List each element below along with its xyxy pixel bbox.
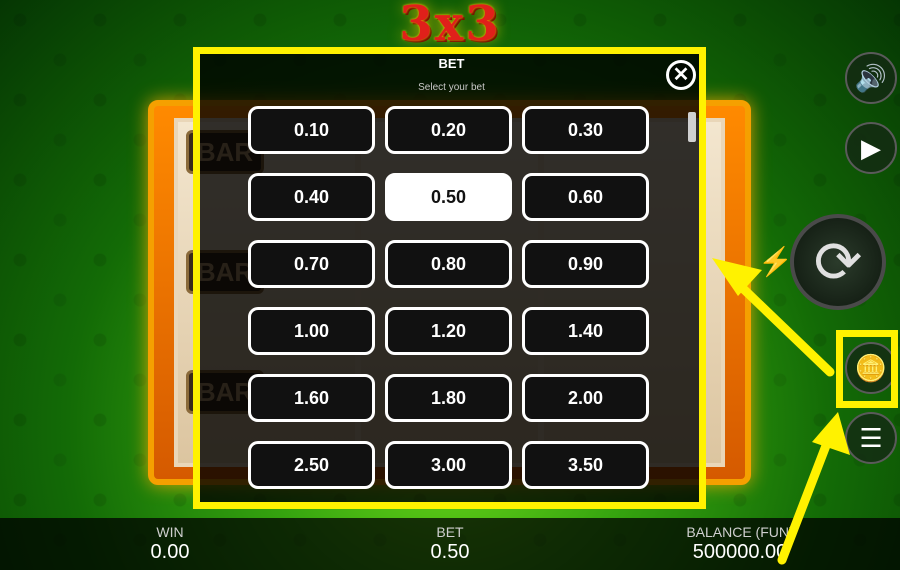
bet-option-button[interactable]: 0.50 [385,173,512,221]
balance-value: 500000.00 [692,541,788,563]
close-icon[interactable]: ✕ [666,60,696,90]
bet-panel-title: BET [438,56,465,71]
bet-display: BET 0.50 [400,524,500,564]
bet-option-button[interactable]: 1.60 [248,374,375,422]
autoplay-icon[interactable]: ▶ [845,122,897,174]
bet-option-button[interactable]: 2.00 [522,374,649,422]
spin-icon: ⟳ [813,230,863,295]
bet-option-button[interactable]: 3.00 [385,441,512,489]
menu-icon[interactable]: ☰ [845,412,897,464]
balance-display: BALANCE (FUN) 500000.00 [670,524,810,564]
spin-button[interactable]: ⟳ [790,214,886,310]
bet-option-button[interactable]: 1.00 [248,307,375,355]
bet-label: BET [436,524,464,540]
bet-option-button[interactable]: 2.50 [248,441,375,489]
coins-icon[interactable]: 🪙 [845,342,897,394]
bet-option-button[interactable]: 0.70 [248,240,375,288]
bet-option-button[interactable]: 3.50 [522,441,649,489]
win-label: WIN [156,524,184,540]
bet-option-button[interactable]: 0.60 [522,173,649,221]
speaker-icon[interactable]: 🔊 [845,52,897,104]
bet-option-button[interactable]: 0.80 [385,240,512,288]
scrollbar[interactable] [688,112,696,142]
bet-option-button[interactable]: 0.20 [385,106,512,154]
bet-option-button[interactable]: 0.90 [522,240,649,288]
bet-option-button[interactable]: 0.30 [522,106,649,154]
bet-value: 0.50 [430,541,470,563]
bet-option-button[interactable]: 0.10 [248,106,375,154]
bet-option-button[interactable]: 1.20 [385,307,512,355]
lightning-icon[interactable]: ⚡ [758,245,793,278]
bet-option-button[interactable]: 1.80 [385,374,512,422]
bet-option-button[interactable]: 1.40 [522,307,649,355]
win-value: 0.00 [150,541,190,563]
bet-selection-panel: BET Select your bet ✕ 0.10 0.20 0.30 0.40 0.… [200,50,703,504]
bet-options-grid: 0.10 0.20 0.30 0.40 0.50 0.60 0.70 0.80 0.90 1.00… [248,106,649,489]
status-bar: WIN 0.00 BET 0.50 BALANCE (FUN) 500000.0… [0,518,900,570]
win-display: WIN 0.00 [130,524,210,564]
bet-option-button[interactable]: 0.40 [248,173,375,221]
game-logo: 3x3 [399,0,501,52]
balance-label: BALANCE (FUN) [686,524,794,540]
bet-panel-subtitle: Select your bet [418,82,485,93]
